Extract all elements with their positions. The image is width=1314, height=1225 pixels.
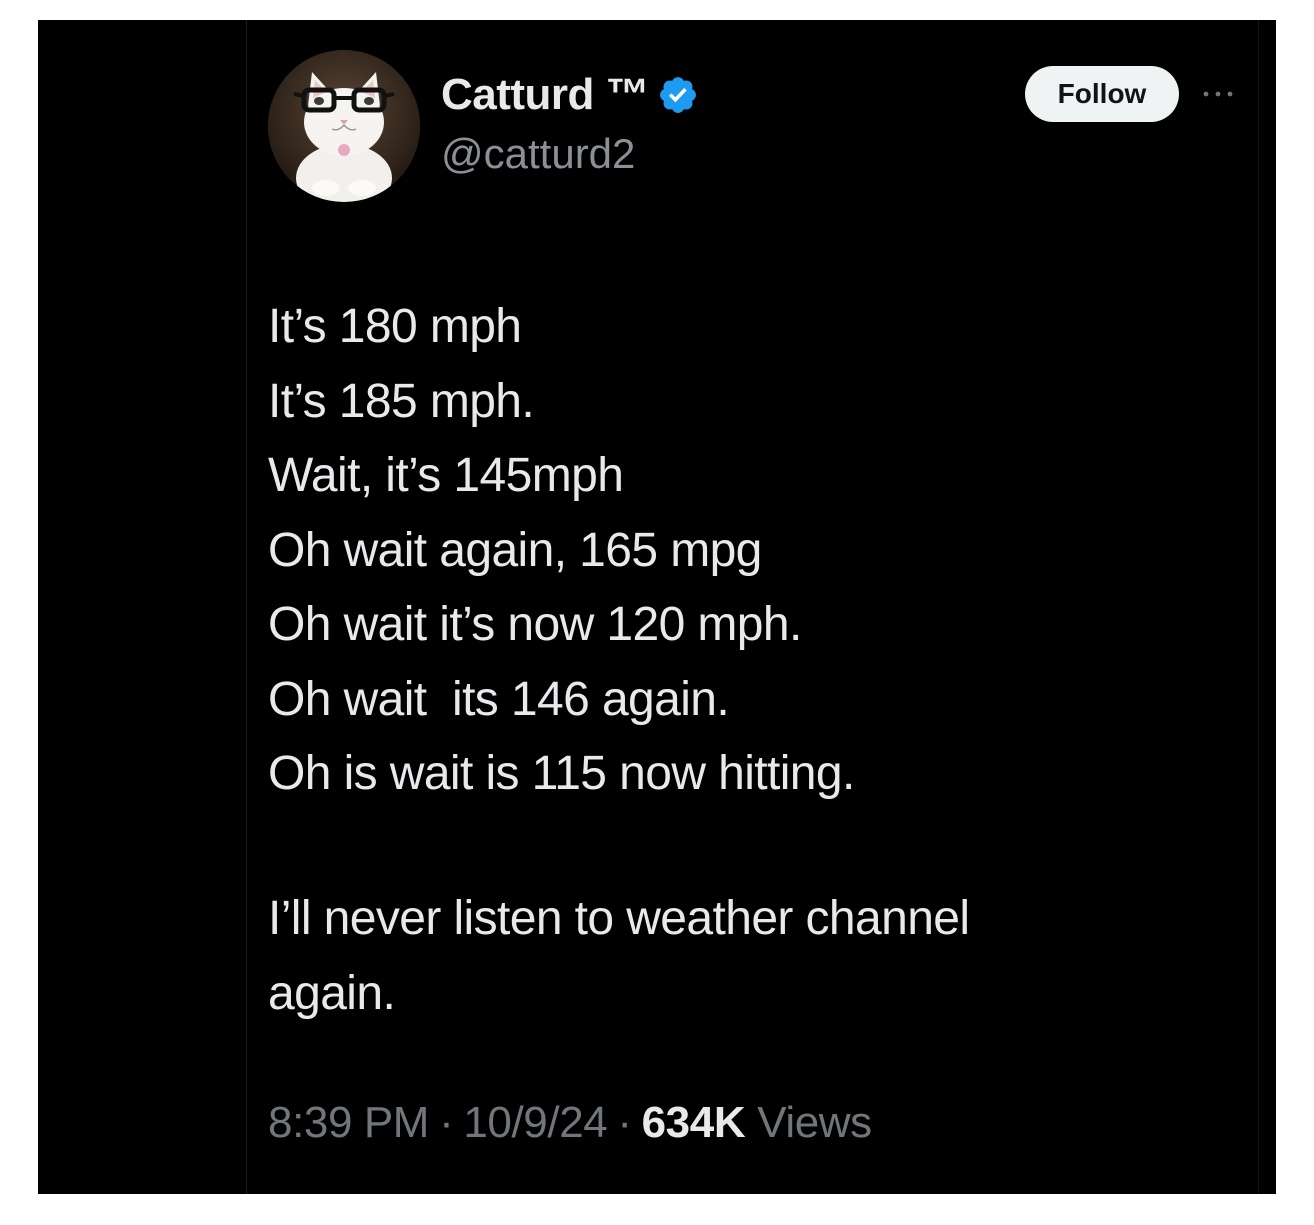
tweet-closing: I’ll never listen to weather channel aga… [268, 882, 1228, 1031]
views-label: Views [757, 1098, 872, 1147]
meta-separator: · [617, 1098, 632, 1147]
tweet-line: I’ll never listen to weather channel [268, 892, 970, 945]
avatar[interactable] [268, 50, 420, 202]
tweet-body: It’s 180 mph It’s 185 mph. Wait, it’s 14… [268, 290, 1228, 812]
column-divider-left [246, 20, 247, 1194]
tweet-time[interactable]: 8:39 PM [268, 1098, 429, 1148]
tweet-line: Oh wait again, 165 mpg [268, 523, 762, 577]
tweet-date[interactable]: 10/9/24 [463, 1098, 607, 1148]
display-name-row: Catturd ™ [441, 66, 699, 124]
tweet-line: again. [268, 966, 396, 1020]
tweet-line: It’s 185 mph. [268, 374, 535, 428]
view-count[interactable]: 634K [642, 1098, 746, 1148]
column-divider-right [1258, 20, 1259, 1194]
meta-separator: · [439, 1098, 454, 1147]
follow-button[interactable]: Follow [1025, 66, 1179, 122]
verified-badge-icon [657, 74, 699, 116]
display-name[interactable]: Catturd ™ [441, 70, 650, 120]
tweet-line: Oh wait it’s now 120 mph. [268, 598, 802, 651]
tweet-line: Wait, it’s 145mph [268, 449, 624, 502]
tweet-line: Oh is wait is 115 now hitting. [268, 747, 855, 800]
ellipsis-icon[interactable] [1200, 84, 1236, 104]
user-handle[interactable]: @catturd2 [441, 130, 635, 178]
tweet-line: It’s 180 mph [268, 300, 522, 353]
tweet-meta: 8:39 PM · 10/9/24 · 634K Views [268, 1098, 872, 1148]
tweet-line: Oh wait its 146 again. [268, 672, 730, 726]
cat-avatar-image [268, 50, 420, 202]
